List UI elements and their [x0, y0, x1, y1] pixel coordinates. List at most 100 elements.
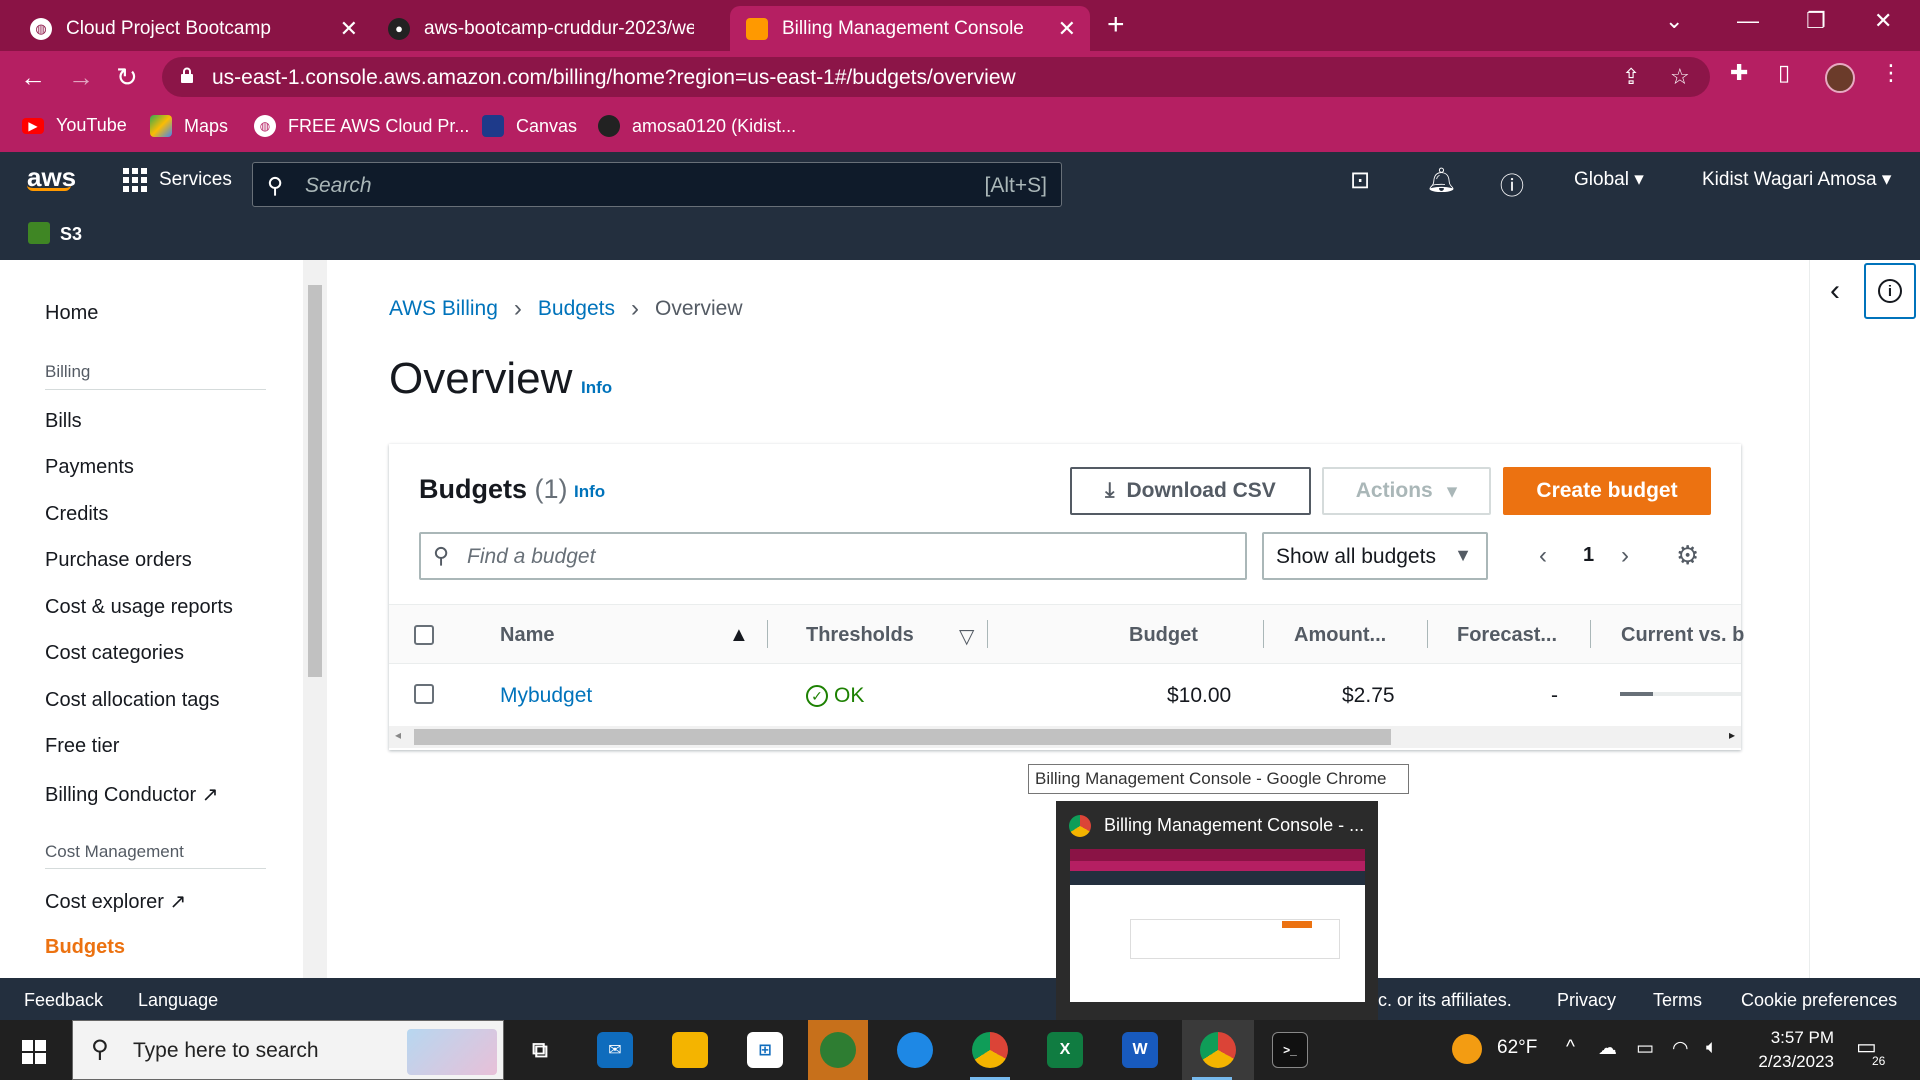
sidebar-item-credits[interactable]: Credits [45, 503, 108, 526]
budget-name-link[interactable]: Mybudget [500, 684, 592, 708]
info-panel-button[interactable]: i [1864, 263, 1916, 319]
budget-filter-select[interactable]: Show all budgets ▼ [1262, 532, 1488, 580]
page-info-link[interactable]: Info [581, 378, 612, 398]
previous-page-icon[interactable]: ‹ [1539, 542, 1547, 570]
breadcrumb-budgets[interactable]: Budgets [538, 297, 615, 321]
new-tab-icon[interactable]: + [1107, 8, 1125, 42]
breadcrumb-aws-billing[interactable]: AWS Billing [389, 297, 498, 321]
page-number[interactable]: 1 [1583, 544, 1594, 567]
sidebar-item-home[interactable]: Home [45, 302, 98, 325]
address-bar[interactable]: us-east-1.console.aws.amazon.com/billing… [162, 57, 1710, 97]
bookmark-maps[interactable]: Maps [150, 115, 228, 137]
chevron-left-icon[interactable]: ‹ [1830, 274, 1840, 308]
column-divider[interactable] [987, 620, 988, 648]
bookmark-youtube[interactable]: ▶ YouTube [22, 115, 127, 136]
chevron-down-icon[interactable]: ⌄ [1665, 8, 1683, 34]
share-icon[interactable]: ⇪ [1622, 64, 1640, 90]
store-icon[interactable]: ⊞ [735, 1020, 795, 1080]
settings-gear-icon[interactable]: ⚙ [1676, 540, 1699, 571]
services-menu-button[interactable]: Services [123, 168, 232, 192]
aws-logo[interactable]: aws [27, 162, 76, 192]
sidebar-item-cost-categories[interactable]: Cost categories [45, 642, 184, 665]
bell-icon[interactable]: 🔔︎ [1426, 166, 1456, 195]
scroll-left-icon[interactable]: ◂ [395, 728, 401, 742]
window-close-icon[interactable]: ✕ [1874, 8, 1892, 34]
forward-arrow-icon[interactable]: → [68, 62, 94, 93]
reload-icon[interactable]: ↻ [116, 62, 138, 93]
sidebar-item-payments[interactable]: Payments [45, 456, 134, 479]
scroll-thumb[interactable] [414, 729, 1391, 745]
sidebar-item-free-tier[interactable]: Free tier [45, 735, 119, 758]
windows-start-icon[interactable] [22, 1040, 46, 1064]
sidebar-item-cost-allocation-tags[interactable]: Cost allocation tags [45, 689, 220, 712]
search-input[interactable]: ⚲ Search [Alt+S] [252, 162, 1062, 207]
tab-billing-console[interactable]: Billing Management Console ✕ [730, 6, 1090, 51]
minimize-icon[interactable]: — [1737, 8, 1759, 34]
excel-icon[interactable]: X [1035, 1020, 1095, 1080]
table-horizontal-scrollbar[interactable]: ◂ ▸ [389, 726, 1741, 748]
bookmark-free-aws[interactable]: ◍ FREE AWS Cloud Pr... [254, 115, 469, 137]
column-header-amount[interactable]: Amount... [1294, 624, 1386, 647]
mail-icon[interactable]: ✉ [585, 1020, 645, 1080]
download-csv-button[interactable]: ⤓ Download CSV [1070, 467, 1311, 515]
column-header-budget[interactable]: Budget [1129, 624, 1198, 647]
extensions-icon[interactable]: ✚ [1730, 60, 1748, 86]
language-link[interactable]: Language [138, 990, 218, 1011]
edge-icon[interactable] [885, 1020, 945, 1080]
bookmark-canvas[interactable]: Canvas [482, 115, 577, 137]
sidebar-item-billing-conductor[interactable]: Billing Conductor ↗ [45, 782, 219, 807]
sort-icon[interactable]: ▽ [959, 624, 974, 649]
close-icon[interactable]: ✕ [340, 16, 358, 42]
create-budget-button[interactable]: Create budget [1503, 467, 1711, 515]
word-icon[interactable]: W [1110, 1020, 1170, 1080]
weather-temperature[interactable]: 62°F [1497, 1037, 1537, 1059]
sidebar-item-budgets[interactable]: Budgets [45, 936, 125, 959]
sidebar-scrollbar[interactable] [303, 260, 327, 978]
battery-icon[interactable]: ▭ [1636, 1037, 1654, 1060]
side-panel-icon[interactable]: ▯ [1778, 60, 1790, 86]
column-divider[interactable] [1427, 620, 1428, 648]
region-selector[interactable]: Global ▾ [1574, 168, 1644, 191]
kebab-menu-icon[interactable]: ⋮ [1880, 60, 1902, 86]
bookmark-github[interactable]: amosa0120 (Kidist... [598, 115, 796, 137]
volume-icon[interactable]: 🔈︎ [1706, 1037, 1717, 1059]
column-header-current-vs-budget[interactable]: Current vs. b [1621, 624, 1744, 647]
privacy-link[interactable]: Privacy [1557, 990, 1616, 1011]
column-divider[interactable] [1590, 620, 1591, 648]
row-checkbox[interactable] [414, 684, 434, 704]
chrome-icon[interactable] [960, 1020, 1020, 1080]
profile-avatar[interactable] [1825, 63, 1855, 93]
cloudshell-icon[interactable]: ⊡ [1350, 166, 1370, 195]
help-icon[interactable]: ⓘ [1500, 166, 1524, 201]
account-menu[interactable]: Kidist Wagari Amosa ▾ [1702, 168, 1891, 191]
sidebar-item-cost-explorer[interactable]: Cost explorer ↗ [45, 889, 186, 914]
budgets-info-link[interactable]: Info [574, 482, 605, 502]
star-icon[interactable]: ☆ [1670, 64, 1690, 90]
scroll-thumb[interactable] [308, 285, 322, 677]
taskbar-window-preview[interactable]: Billing Management Console - ... [1056, 801, 1378, 1020]
column-divider[interactable] [767, 620, 768, 648]
cookie-preferences-link[interactable]: Cookie preferences [1741, 990, 1897, 1011]
system-clock[interactable]: 3:57 PM 2/23/2023 [1744, 1026, 1834, 1074]
column-header-name[interactable]: Name [500, 624, 554, 647]
terminal-icon[interactable]: >_ [1260, 1020, 1320, 1080]
taskbar-search-input[interactable]: ⚲ Type here to search [72, 1020, 504, 1080]
actions-button[interactable]: Actions ▾ [1322, 467, 1491, 515]
select-all-checkbox[interactable] [414, 625, 434, 645]
sidebar-item-cost-usage-reports[interactable]: Cost & usage reports [45, 596, 233, 619]
sidebar-item-bills[interactable]: Bills [45, 410, 82, 433]
wifi-icon[interactable]: ◠ [1672, 1037, 1689, 1060]
column-divider[interactable] [1263, 620, 1264, 648]
task-view-icon[interactable]: ⧉ [510, 1020, 570, 1080]
scroll-right-icon[interactable]: ▸ [1729, 728, 1735, 742]
terms-link[interactable]: Terms [1653, 990, 1702, 1011]
favorite-s3-link[interactable]: S3 [60, 224, 82, 245]
tab-cloud-project-bootcamp[interactable]: ◍ Cloud Project Bootcamp ✕ [14, 6, 372, 51]
sidebar-item-purchase-orders[interactable]: Purchase orders [45, 549, 192, 572]
sort-ascending-icon[interactable]: ▲ [729, 624, 749, 647]
weather-sun-icon[interactable] [1452, 1034, 1482, 1064]
edge-dev-icon[interactable] [808, 1020, 868, 1080]
back-arrow-icon[interactable]: ← [20, 62, 46, 93]
column-header-forecast[interactable]: Forecast... [1457, 624, 1557, 647]
restore-icon[interactable]: ❐ [1806, 8, 1826, 34]
